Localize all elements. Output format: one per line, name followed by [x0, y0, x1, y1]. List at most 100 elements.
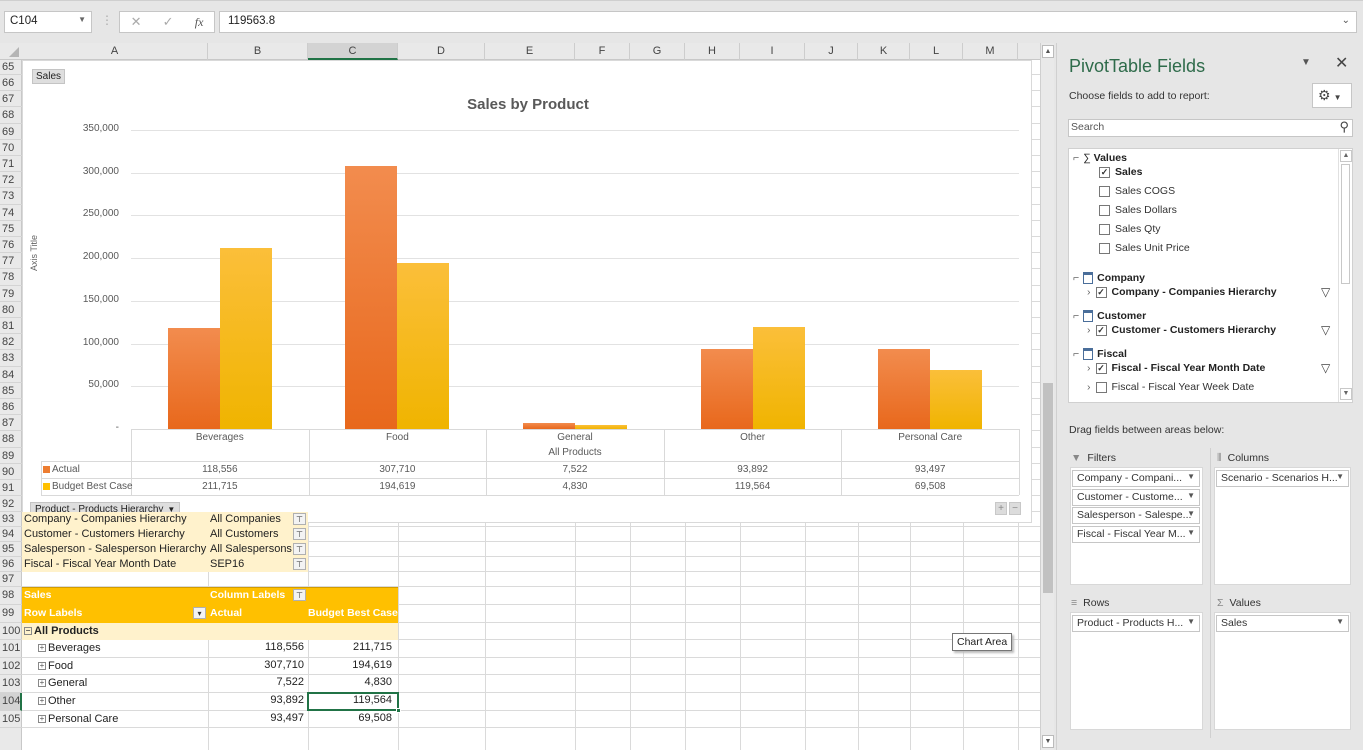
pivot-row-label[interactable]: + Other: [38, 694, 76, 709]
chevron-down-icon[interactable]: ▼: [1336, 617, 1344, 626]
filter-pill[interactable]: Customer - Custome... ▼: [1072, 488, 1200, 506]
row-header-103[interactable]: 103: [0, 675, 22, 693]
row-header-78[interactable]: 78: [0, 269, 22, 286]
pivot-row-label[interactable]: + Beverages: [38, 641, 101, 656]
expand-formula-icon[interactable]: ⌄: [1342, 15, 1350, 26]
chevron-down-icon[interactable]: ▼: [1187, 617, 1195, 626]
column-labels-filter-icon[interactable]: ⊤: [293, 589, 306, 602]
fill-handle[interactable]: [396, 707, 401, 713]
filter-dropdown-icon[interactable]: ⊤: [293, 558, 306, 571]
filter-pill[interactable]: Salesperson - Salespe... ▼: [1072, 507, 1200, 524]
row-header-76[interactable]: 76: [0, 237, 22, 254]
row-header-95[interactable]: 95: [0, 542, 22, 558]
row-header-99[interactable]: 99: [0, 605, 22, 623]
row-header-79[interactable]: 79: [0, 286, 22, 302]
pivot-row-label[interactable]: + Food: [38, 659, 73, 674]
row-header-75[interactable]: 75: [0, 221, 22, 237]
vertical-scrollbar[interactable]: ▲ ▼: [1040, 43, 1054, 750]
row-header-84[interactable]: 84: [0, 367, 22, 383]
row-header-98[interactable]: 98: [0, 587, 22, 605]
column-header-i[interactable]: I: [740, 43, 805, 60]
select-all-button[interactable]: [0, 43, 22, 60]
name-box[interactable]: C104 ▼: [4, 11, 92, 33]
enter-icon[interactable]: ✓: [163, 14, 174, 30]
column-header-f[interactable]: F: [575, 43, 630, 60]
row-header-102[interactable]: 102: [0, 658, 22, 676]
row-header-70[interactable]: 70: [0, 140, 22, 156]
filter-dropdown-icon[interactable]: ⊤: [293, 513, 306, 526]
chevron-down-icon[interactable]: ▼: [1187, 472, 1195, 481]
row-header-82[interactable]: 82: [0, 334, 22, 351]
value-pill[interactable]: Sales ▼: [1216, 615, 1349, 632]
row-header-73[interactable]: 73: [0, 188, 22, 205]
row-header-88[interactable]: 88: [0, 431, 22, 448]
column-header-l[interactable]: L: [910, 43, 963, 60]
column-header-j[interactable]: J: [805, 43, 858, 60]
formula-bar-grip-icon[interactable]: ⋮: [101, 13, 113, 27]
row-header-93[interactable]: 93: [0, 512, 22, 528]
row-header-91[interactable]: 91: [0, 480, 22, 497]
row-header-74[interactable]: 74: [0, 205, 22, 221]
row-header-69[interactable]: 69: [0, 124, 22, 140]
row-header-77[interactable]: 77: [0, 253, 22, 270]
row-header-92[interactable]: 92: [0, 496, 22, 513]
row-header-66[interactable]: 66: [0, 75, 22, 92]
row-pill[interactable]: Product - Products H... ▼: [1072, 615, 1200, 632]
column-header-b[interactable]: B: [208, 43, 308, 60]
row-header-67[interactable]: 67: [0, 91, 22, 108]
row-header-101[interactable]: 101: [0, 640, 22, 658]
scroll-thumb[interactable]: [1043, 383, 1053, 593]
column-header-d[interactable]: D: [398, 43, 485, 60]
row-header-105[interactable]: 105: [0, 711, 22, 729]
expand-icon[interactable]: +: [38, 661, 46, 670]
filter-pill[interactable]: Company - Compani... ▼: [1072, 470, 1200, 487]
column-header-c[interactable]: C: [308, 43, 398, 60]
expand-icon[interactable]: +: [38, 644, 46, 653]
row-header-94[interactable]: 94: [0, 527, 22, 543]
row-header-65[interactable]: 65: [0, 60, 22, 75]
row-header-68[interactable]: 68: [0, 107, 22, 124]
row-header-72[interactable]: 72: [0, 172, 22, 189]
formula-input[interactable]: 119563.8 ⌄: [219, 11, 1357, 33]
filter-pill[interactable]: Fiscal - Fiscal Year M... ▼: [1072, 525, 1200, 543]
scroll-down-icon[interactable]: ▼: [1042, 735, 1054, 748]
scroll-up-icon[interactable]: ▲: [1042, 45, 1054, 58]
filter-dropdown-icon[interactable]: ⊤: [293, 543, 306, 556]
insert-function-icon[interactable]: fx: [195, 15, 204, 30]
column-header-h[interactable]: H: [685, 43, 740, 60]
cancel-icon[interactable]: ✕: [131, 14, 142, 30]
expand-icon[interactable]: +: [38, 679, 46, 688]
filter-dropdown-icon[interactable]: ⊤: [293, 528, 306, 541]
row-labels-filter-icon[interactable]: ▾: [193, 607, 206, 619]
row-header-86[interactable]: 86: [0, 399, 22, 416]
chevron-down-icon[interactable]: ▼: [1187, 491, 1195, 500]
row-header-100[interactable]: 100: [0, 623, 22, 641]
expand-icon[interactable]: +: [38, 697, 46, 706]
chevron-down-icon[interactable]: ▼: [1336, 472, 1344, 481]
row-header-83[interactable]: 83: [0, 350, 22, 367]
row-header-71[interactable]: 71: [0, 156, 22, 173]
row-header-85[interactable]: 85: [0, 383, 22, 399]
column-pill[interactable]: Scenario - Scenarios H... ▼: [1216, 470, 1349, 487]
total-row-label[interactable]: − All Products: [24, 624, 99, 639]
row-header-87[interactable]: 87: [0, 415, 22, 432]
expand-icon[interactable]: +: [38, 714, 46, 723]
pivot-row-label[interactable]: + General: [38, 676, 87, 691]
row-header-97[interactable]: 97: [0, 572, 22, 588]
chevron-down-icon[interactable]: ▼: [1187, 528, 1195, 537]
row-header-80[interactable]: 80: [0, 302, 22, 318]
row-header-96[interactable]: 96: [0, 557, 22, 573]
pivot-row-label[interactable]: + Personal Care: [38, 712, 118, 727]
column-header-a[interactable]: A: [22, 43, 208, 60]
column-header-e[interactable]: E: [485, 43, 575, 60]
row-header-81[interactable]: 81: [0, 318, 22, 335]
column-header-g[interactable]: G: [630, 43, 685, 60]
row-header-90[interactable]: 90: [0, 464, 22, 480]
row-header-104[interactable]: 104: [0, 693, 22, 711]
collapse-icon[interactable]: −: [24, 626, 32, 635]
row-header-89[interactable]: 89: [0, 448, 22, 464]
column-header-k[interactable]: K: [858, 43, 910, 60]
column-header-m[interactable]: M: [963, 43, 1018, 60]
chevron-down-icon[interactable]: ▼: [1187, 509, 1195, 518]
chevron-down-icon[interactable]: ▼: [78, 15, 86, 24]
